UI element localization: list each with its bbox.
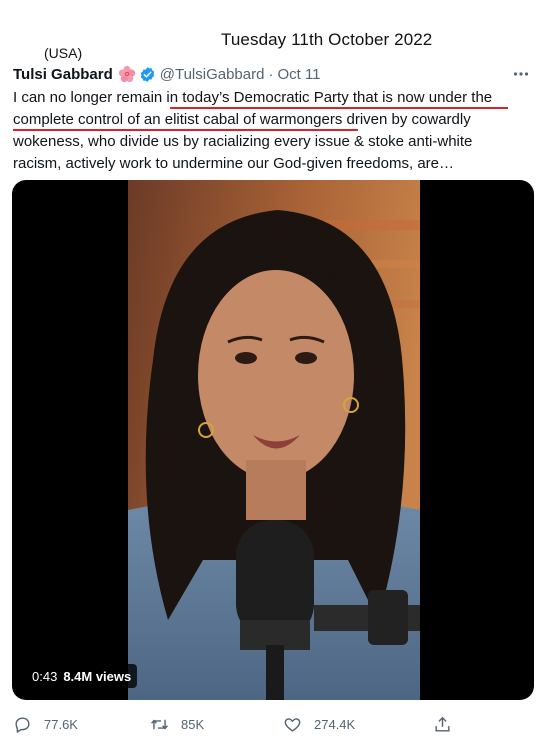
tweet-header: Tulsi Gabbard @TulsiGabbard · Oct 11: [13, 63, 533, 85]
verified-badge-icon: [139, 66, 156, 83]
retweet-count: 85K: [181, 716, 205, 732]
retweet-button[interactable]: 85K: [150, 715, 204, 734]
video-duration: 0:43: [32, 668, 58, 684]
tweet-timestamp[interactable]: Oct 11: [277, 66, 320, 83]
tweet-text-line: I can no longer remain in today’s Democr…: [13, 89, 493, 106]
tweet-text-line: complete control of an elitist cabal of …: [13, 111, 471, 128]
author-handle[interactable]: @TulsiGabbard: [160, 66, 265, 83]
separator-dot: ·: [268, 65, 274, 83]
date-annotation: Tuesday 11th October 2022: [221, 30, 433, 49]
red-underline-highlight: [13, 129, 358, 131]
share-button[interactable]: [433, 715, 464, 734]
reply-count: 77.6K: [44, 716, 78, 732]
tweet-actions: 77.6K 85K 274.4K: [13, 712, 453, 736]
hibiscus-emoji-icon: [118, 65, 136, 83]
video-thumbnail: [128, 180, 420, 700]
red-underline-highlight: [170, 107, 508, 109]
tweet-text: I can no longer remain in today’s Democr…: [13, 87, 518, 175]
reply-icon: [15, 716, 30, 733]
author-display-name[interactable]: Tulsi Gabbard: [13, 66, 113, 83]
video-time-views-overlay: 0:43 8.4M views: [26, 664, 138, 688]
video-player[interactable]: 0:43 8.4M views: [12, 180, 534, 700]
tweet-text-line: wokeness, who divide us by racializing e…: [13, 133, 473, 150]
tweet-text-line: racism, actively work to undermine our G…: [13, 155, 455, 172]
video-views: 8.4M views: [63, 668, 132, 684]
retweet-icon: [151, 718, 168, 730]
heart-icon: [284, 717, 301, 732]
more-options-icon[interactable]: [512, 65, 530, 83]
like-button[interactable]: 274.4K: [283, 715, 355, 734]
like-count: 274.4K: [314, 716, 356, 732]
share-icon: [435, 716, 450, 732]
reply-button[interactable]: 77.6K: [13, 715, 78, 734]
country-annotation: (USA): [44, 45, 83, 61]
